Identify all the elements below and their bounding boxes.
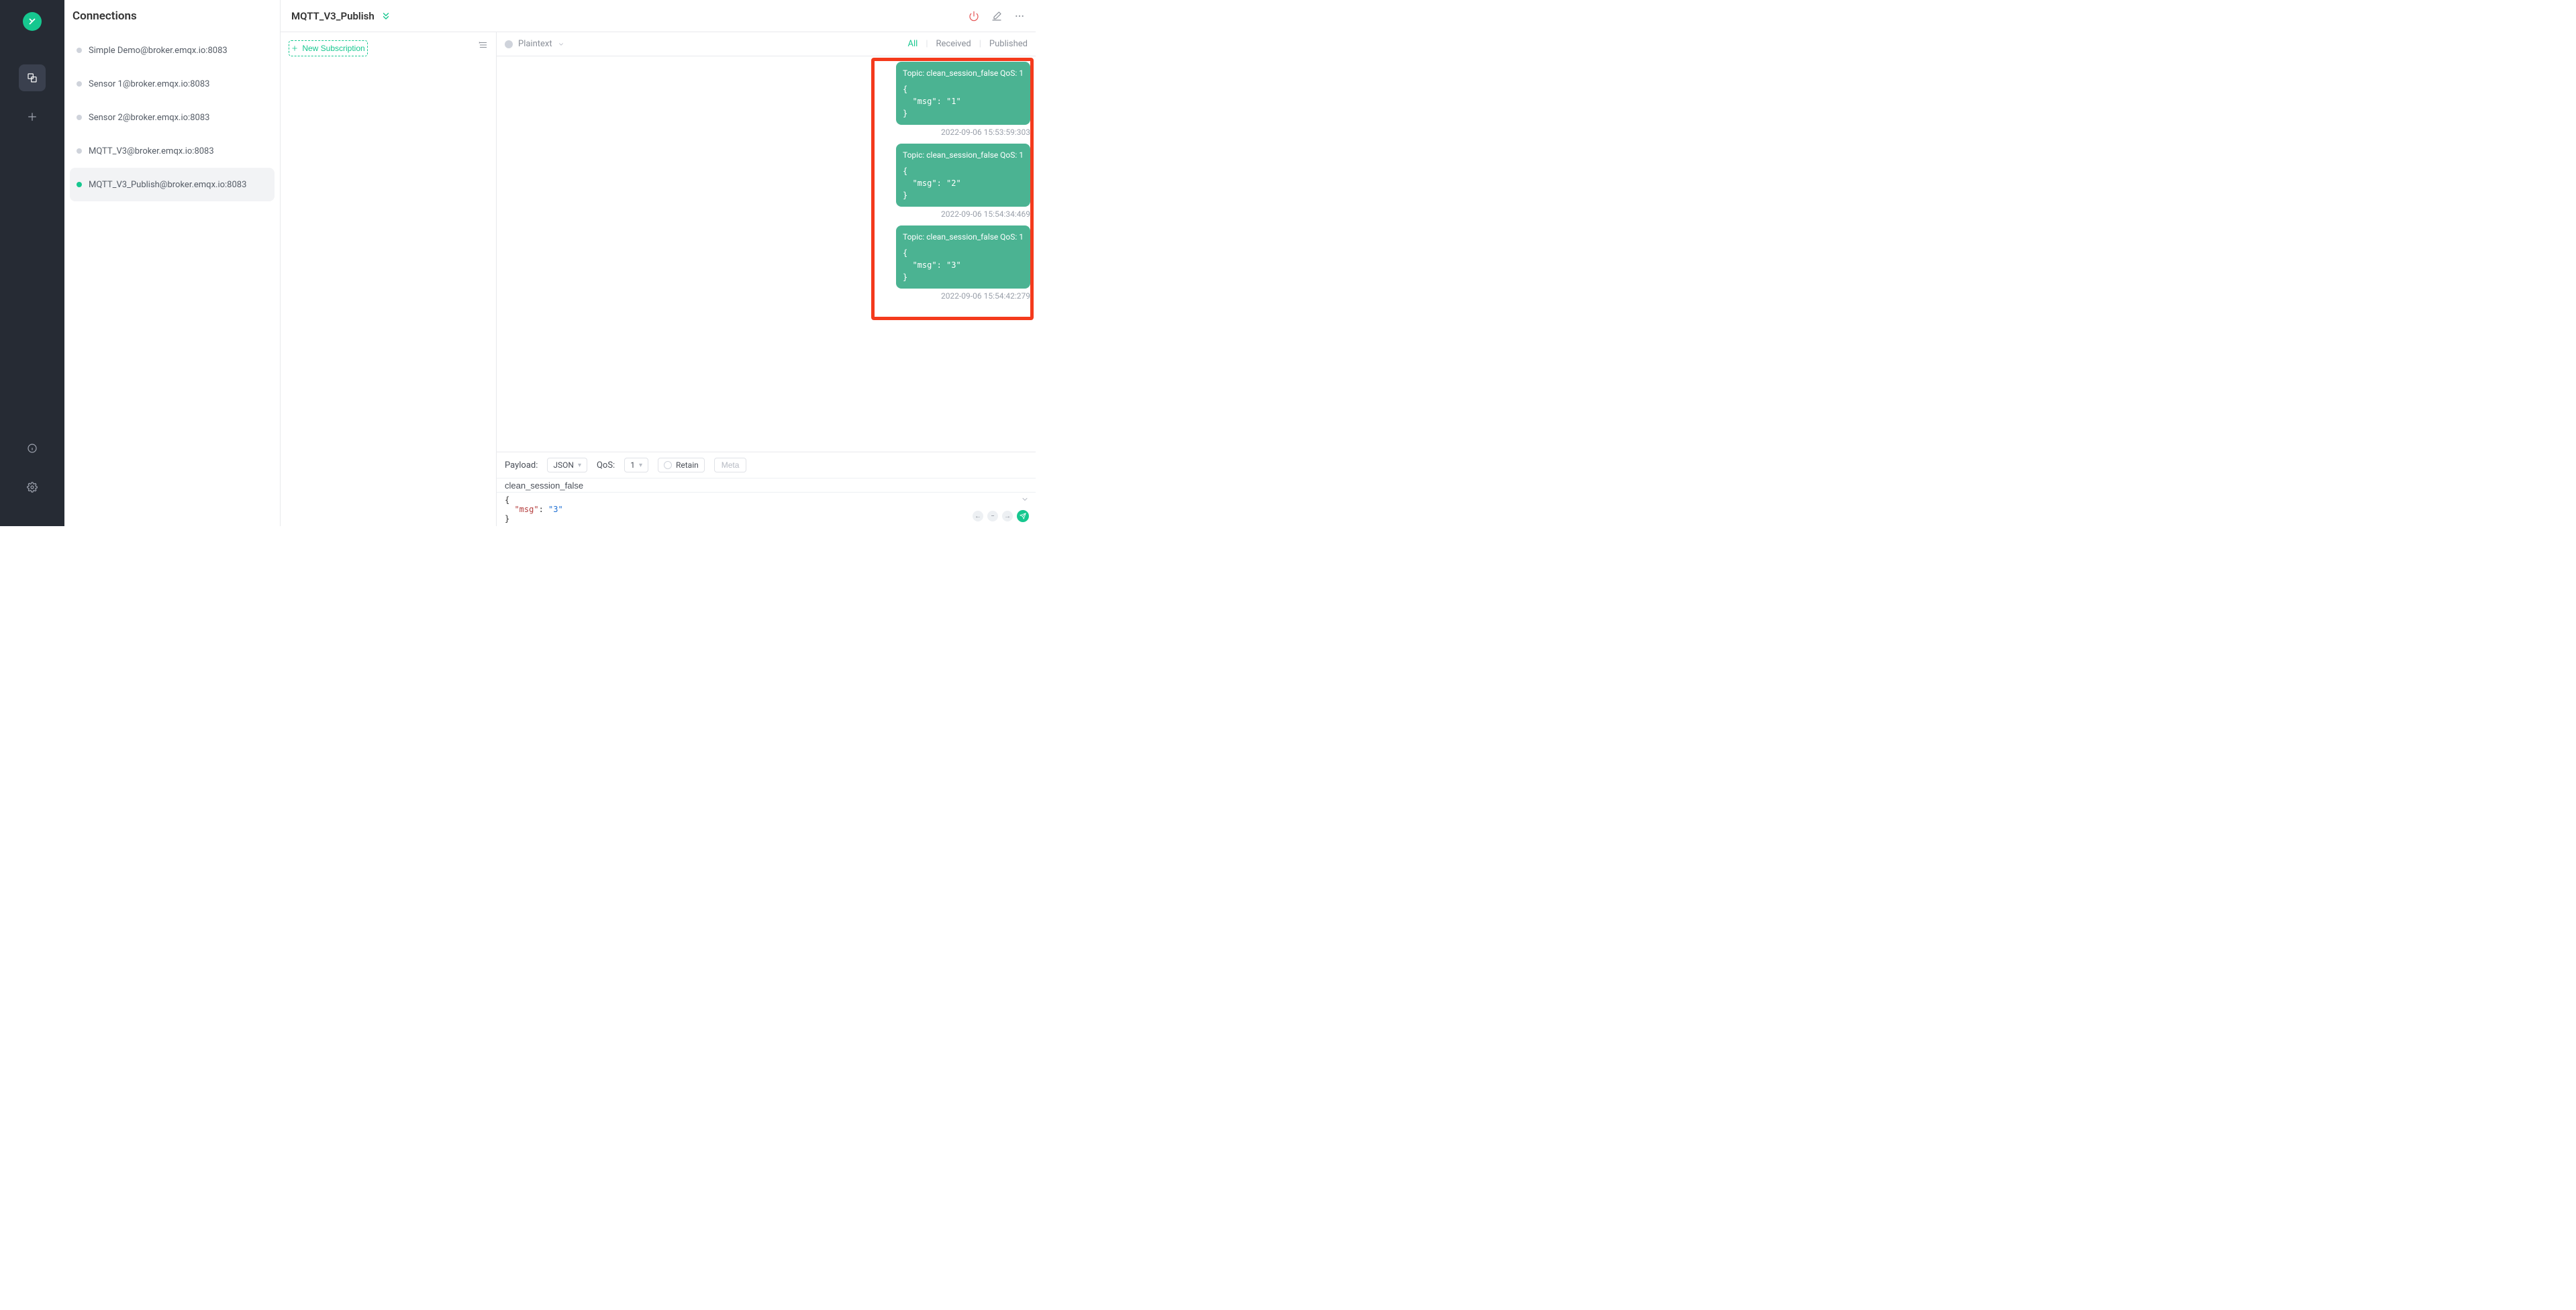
message-body: { "msg": "2" } (903, 165, 1024, 201)
filter-tab-published[interactable]: Published (989, 39, 1028, 49)
collapse-editor-icon[interactable] (1021, 495, 1029, 505)
decoder-label: Plaintext (518, 39, 552, 49)
message-body: { "msg": "1" } (903, 83, 1024, 119)
message-timestamp: 2022-09-06 15:54:42:279 (941, 291, 1030, 301)
connection-item[interactable]: Sensor 2@broker.emqx.io:8083 (70, 101, 275, 134)
payload-decoder-select[interactable]: Plaintext (505, 39, 564, 49)
activity-bottom (19, 435, 46, 526)
app-root: Connections Simple Demo@broker.emqx.io:8… (0, 0, 1036, 526)
collapse-subscription-icon[interactable] (479, 40, 488, 50)
decoder-status-dot (505, 40, 513, 48)
payload-label: Payload: (505, 460, 538, 470)
nav-info-icon[interactable] (19, 435, 46, 462)
message-bubble[interactable]: Topic: clean_session_falseQoS: 1 { "msg":… (896, 225, 1030, 289)
message-timestamp: 2022-09-06 15:53:59:303 (941, 128, 1030, 137)
more-icon[interactable] (1014, 11, 1025, 21)
connection-status-dot (77, 115, 82, 120)
connection-item-label: Sensor 2@broker.emqx.io:8083 (89, 113, 209, 123)
connection-item[interactable]: Sensor 1@broker.emqx.io:8083 (70, 67, 275, 101)
message-scroll[interactable]: Topic: clean_session_falseQoS: 1{ "msg":… (497, 56, 1036, 452)
message-filter-tabs: All | Received | Published (908, 39, 1028, 49)
main-header: MQTT_V3_Publish (281, 0, 1036, 32)
qos-select[interactable]: 1 ▾ (624, 458, 648, 472)
payload-format-value: JSON (553, 460, 574, 470)
message-bubble[interactable]: Topic: clean_session_falseQoS: 1 { "msg":… (896, 144, 1030, 207)
compose-actions: ← − → (966, 493, 1036, 526)
connection-title: MQTT_V3_Publish (291, 10, 375, 22)
message-row: Topic: clean_session_falseQoS: 1 { "msg":… (502, 225, 1030, 301)
connection-item-label: MQTT_V3_Publish@broker.emqx.io:8083 (89, 180, 246, 190)
retain-label: Retain (676, 460, 699, 470)
chevron-down-icon: ▾ (578, 462, 581, 469)
main-body: New Subscription Plaintext All (281, 32, 1036, 526)
disconnect-icon[interactable] (969, 11, 979, 21)
history-prev-icon[interactable]: ← (973, 511, 983, 521)
nav-connections-icon[interactable] (19, 64, 46, 91)
message-topic: Topic: clean_session_false (903, 67, 998, 79)
chevron-down-icon: ▾ (639, 462, 642, 469)
edit-icon[interactable] (991, 11, 1002, 21)
connection-item[interactable]: Simple Demo@broker.emqx.io:8083 (70, 34, 275, 67)
compose-payload-editor[interactable]: { "msg": "3" } (497, 493, 966, 526)
connection-status-dot (77, 148, 82, 154)
send-button[interactable] (1017, 510, 1029, 522)
compose-area: Payload: JSON ▾ QoS: 1 ▾ Retain (497, 452, 1036, 526)
sidebar-title: Connections (64, 9, 280, 31)
meta-button[interactable]: Meta (714, 458, 747, 472)
radio-unchecked-icon (664, 461, 672, 469)
connection-item-label: MQTT_V3@broker.emqx.io:8083 (89, 146, 214, 156)
filter-tab-received[interactable]: Received (936, 39, 971, 49)
connection-status-dot (77, 182, 82, 187)
expand-details-icon[interactable] (381, 11, 391, 21)
retain-toggle[interactable]: Retain (658, 458, 705, 472)
subscription-pane: New Subscription (281, 32, 497, 526)
compose-topic-input[interactable] (497, 478, 1036, 493)
connection-item[interactable]: MQTT_V3@broker.emqx.io:8083 (70, 134, 275, 168)
message-topic: Topic: clean_session_false (903, 231, 998, 243)
history-next-icon[interactable]: → (1002, 511, 1013, 521)
message-filter-bar: Plaintext All | Received | Published (497, 32, 1036, 56)
history-clear-icon[interactable]: − (987, 511, 998, 521)
message-bubble[interactable]: Topic: clean_session_falseQoS: 1 { "msg":… (896, 62, 1030, 125)
connection-item[interactable]: MQTT_V3_Publish@broker.emqx.io:8083 (70, 168, 275, 201)
messages-pane: Plaintext All | Received | Published Top… (497, 32, 1036, 526)
connection-item-label: Sensor 1@broker.emqx.io:8083 (89, 79, 209, 89)
qos-label: QoS: (597, 460, 615, 470)
message-topic: Topic: clean_session_false (903, 149, 998, 161)
message-row: Topic: clean_session_falseQoS: 1 { "msg":… (502, 144, 1030, 219)
nav-settings-icon[interactable] (19, 474, 46, 501)
activity-bar (0, 0, 64, 526)
connection-list: Simple Demo@broker.emqx.io:8083 Sensor 1@… (64, 31, 280, 204)
message-body: { "msg": "3" } (903, 247, 1024, 283)
connection-item-label: Simple Demo@broker.emqx.io:8083 (89, 46, 228, 56)
message-qos: QoS: 1 (1000, 67, 1024, 79)
message-timestamp: 2022-09-06 15:54:34:469 (941, 209, 1030, 219)
new-subscription-button[interactable]: New Subscription (289, 40, 368, 56)
main-area: MQTT_V3_Publish (281, 0, 1036, 526)
connections-sidebar: Connections Simple Demo@broker.emqx.io:8… (64, 0, 281, 526)
new-sub-label: New Subscription (302, 44, 364, 53)
message-qos: QoS: 1 (1000, 231, 1024, 243)
history-nav: ← − → (973, 511, 1013, 521)
connection-status-dot (77, 81, 82, 87)
qos-value: 1 (630, 460, 635, 470)
header-actions (969, 11, 1025, 21)
compose-options: Payload: JSON ▾ QoS: 1 ▾ Retain (497, 452, 1036, 478)
filter-tab-all[interactable]: All (908, 39, 918, 49)
connection-status-dot (77, 48, 82, 53)
nav-new-icon[interactable] (19, 103, 46, 130)
message-row: Topic: clean_session_falseQoS: 1 { "msg":… (502, 62, 1030, 137)
payload-format-select[interactable]: JSON ▾ (547, 458, 587, 472)
message-qos: QoS: 1 (1000, 149, 1024, 161)
app-logo (23, 12, 42, 31)
